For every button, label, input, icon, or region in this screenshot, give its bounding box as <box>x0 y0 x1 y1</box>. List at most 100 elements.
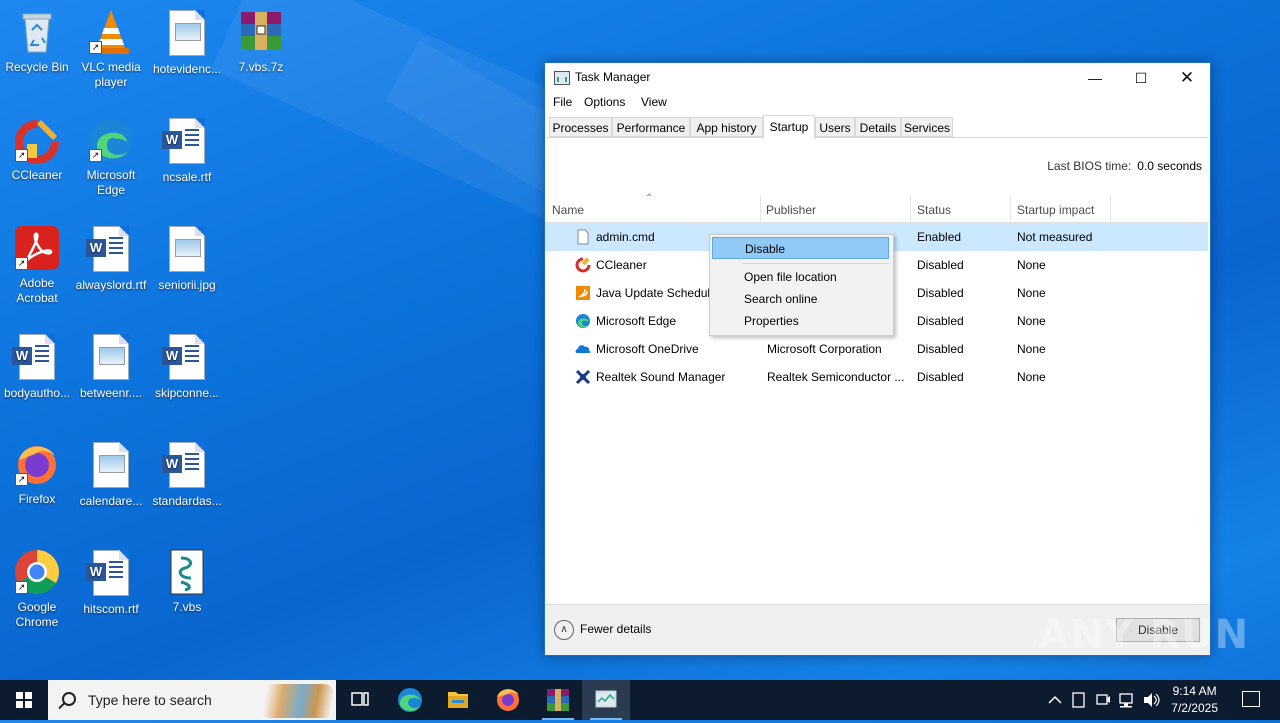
context-menu-disable[interactable]: Disable <box>712 237 889 259</box>
row-status: Disabled <box>917 286 964 300</box>
desktop-icon-bodyautho[interactable]: W bodyautho... <box>0 332 74 401</box>
desktop-icon-hitscom[interactable]: W hitscom.rtf <box>74 548 148 617</box>
ccleaner-icon: ↗ <box>13 116 61 164</box>
fewer-details-link[interactable]: Fewer details <box>580 622 651 636</box>
desktop-icon-ncsale[interactable]: W ncsale.rtf <box>150 116 224 185</box>
desktop-icon-7vbs[interactable]: 7.vbs <box>150 548 224 615</box>
shortcut-arrow-icon: ↗ <box>89 149 102 162</box>
close-button[interactable]: ✕ <box>1164 63 1210 93</box>
desktop-icon-alwayslord[interactable]: W alwayslord.rtf <box>74 224 148 293</box>
taskbar-firefox[interactable] <box>484 680 532 720</box>
bios-time-value: 0.0 seconds <box>1137 159 1202 173</box>
task-manager-icon <box>554 71 570 85</box>
chevron-up-icon <box>1048 695 1062 704</box>
desktop-icon-label: VLC media player <box>81 60 141 89</box>
desktop-icon-7vbs7z[interactable]: 7.vbs.7z <box>224 8 298 75</box>
tab-app-history[interactable]: App history <box>690 117 763 137</box>
context-menu-search-online[interactable]: Search online <box>712 288 889 310</box>
clock-date: 7/2/2025 <box>1171 701 1218 715</box>
desktop-icon-calendare[interactable]: calendare... <box>74 440 148 509</box>
clock-time: 9:14 AM <box>1172 684 1217 698</box>
ccleaner-icon <box>575 257 591 273</box>
desktop-icon-label: 7.vbs <box>172 600 202 614</box>
desktop-icon-hotevidenc[interactable]: hotevidenc... <box>150 8 224 77</box>
winrar-archive-icon <box>237 8 285 56</box>
desktop-icon-adobe-acrobat[interactable]: ↗ Adobe Acrobat <box>0 224 74 306</box>
desktop-icon-label: hotevidenc... <box>152 62 222 76</box>
desktop-icon-label: calendare... <box>79 494 143 508</box>
desktop-icon-label: standardas... <box>152 494 222 508</box>
start-button[interactable] <box>0 680 48 720</box>
row-status: Disabled <box>917 314 964 328</box>
tab-details[interactable]: Details <box>855 117 901 137</box>
tab-users[interactable]: Users <box>815 117 855 137</box>
desktop-icon-recycle-bin[interactable]: Recycle Bin <box>0 8 74 75</box>
word-document-icon: W <box>86 550 135 598</box>
desktop-icon-betweenr[interactable]: betweenr.... <box>74 332 148 401</box>
window-title: Task Manager <box>575 70 651 84</box>
tab-performance[interactable]: Performance <box>612 117 690 137</box>
menu-file[interactable]: File <box>553 95 572 109</box>
desktop-icon-microsoft-edge[interactable]: ↗ Microsoft Edge <box>74 116 148 198</box>
java-icon <box>575 285 591 301</box>
desktop-icon-label: Recycle Bin <box>5 60 69 74</box>
column-publisher[interactable]: Publisher <box>766 203 816 217</box>
taskbar-clock[interactable]: 9:14 AM 7/2/2025 <box>1171 683 1218 717</box>
menu-bar: File Options View <box>545 93 1210 113</box>
tray-app[interactable] <box>1070 680 1088 720</box>
chevron-up-icon[interactable]: ∧ <box>554 620 574 640</box>
desktop-icon-google-chrome[interactable]: ↗ Google Chrome <box>0 548 74 630</box>
table-row[interactable]: Microsoft OneDrive Microsoft Corporation… <box>545 335 1208 363</box>
desktop-icon-skipconne[interactable]: W skipconne... <box>150 332 224 401</box>
chrome-icon: ↗ <box>13 548 61 596</box>
tray-volume[interactable] <box>1141 680 1161 720</box>
winrar-icon <box>547 689 569 711</box>
column-separator[interactable] <box>1010 195 1011 222</box>
taskbar-task-manager[interactable] <box>582 680 630 720</box>
menu-view[interactable]: View <box>641 95 667 109</box>
column-separator[interactable] <box>760 195 761 222</box>
desktop-icon-standardas[interactable]: W standardas... <box>150 440 224 509</box>
desktop-icon-firefox[interactable]: ↗ Firefox <box>0 440 74 507</box>
row-impact: None <box>1017 314 1046 328</box>
shortcut-arrow-icon: ↗ <box>15 257 28 270</box>
context-menu-properties[interactable]: Properties <box>712 310 889 332</box>
row-impact: None <box>1017 370 1046 384</box>
bios-time: Last BIOS time: 0.0 seconds <box>1047 159 1202 173</box>
minimize-button[interactable]: — <box>1072 63 1118 93</box>
desktop-icon-label: 7.vbs.7z <box>238 60 284 74</box>
tab-startup[interactable]: Startup <box>763 115 815 139</box>
maximize-button[interactable]: ☐ <box>1118 63 1164 93</box>
task-view-button[interactable] <box>336 680 384 720</box>
row-status: Disabled <box>917 342 964 356</box>
tray-network[interactable] <box>1117 680 1137 720</box>
table-row[interactable]: Realtek Sound Manager Realtek Semiconduc… <box>545 363 1208 391</box>
taskbar-file-explorer[interactable] <box>434 680 482 720</box>
column-separator[interactable] <box>1110 195 1111 222</box>
column-status[interactable]: Status <box>917 203 951 217</box>
title-bar[interactable]: Task Manager — ☐ ✕ <box>545 63 1210 93</box>
realtek-icon <box>575 369 591 385</box>
column-startup-impact[interactable]: Startup impact <box>1017 203 1094 217</box>
column-name[interactable]: Name <box>552 203 584 217</box>
tab-services[interactable]: Services <box>901 117 953 137</box>
show-hidden-icons-button[interactable] <box>1046 680 1064 720</box>
desktop-icon-vlc[interactable]: ↗ VLC media player <box>74 8 148 90</box>
row-impact: None <box>1017 286 1046 300</box>
column-header-row: ⌃ Name Publisher Status Startup impact <box>545 193 1210 223</box>
taskbar-edge[interactable] <box>386 680 434 720</box>
context-menu-open-file-location[interactable]: Open file location <box>712 266 889 288</box>
column-separator[interactable] <box>910 195 911 222</box>
taskbar-search-box[interactable]: Type here to search <box>48 680 336 720</box>
search-icon <box>62 692 76 706</box>
desktop-icon-ccleaner[interactable]: ↗ CCleaner <box>0 116 74 183</box>
row-name: Java Update Scheduler <box>596 286 711 300</box>
taskbar-winrar[interactable] <box>534 680 582 720</box>
desktop-icon-seniorii[interactable]: seniorii.jpg <box>150 224 224 293</box>
firefox-icon: ↗ <box>13 440 61 488</box>
tab-processes[interactable]: Processes <box>549 117 612 137</box>
notification-center-icon[interactable] <box>1242 691 1260 707</box>
menu-options[interactable]: Options <box>584 95 625 109</box>
bios-time-label: Last BIOS time: <box>1047 159 1132 173</box>
tray-meet-now[interactable] <box>1094 680 1112 720</box>
